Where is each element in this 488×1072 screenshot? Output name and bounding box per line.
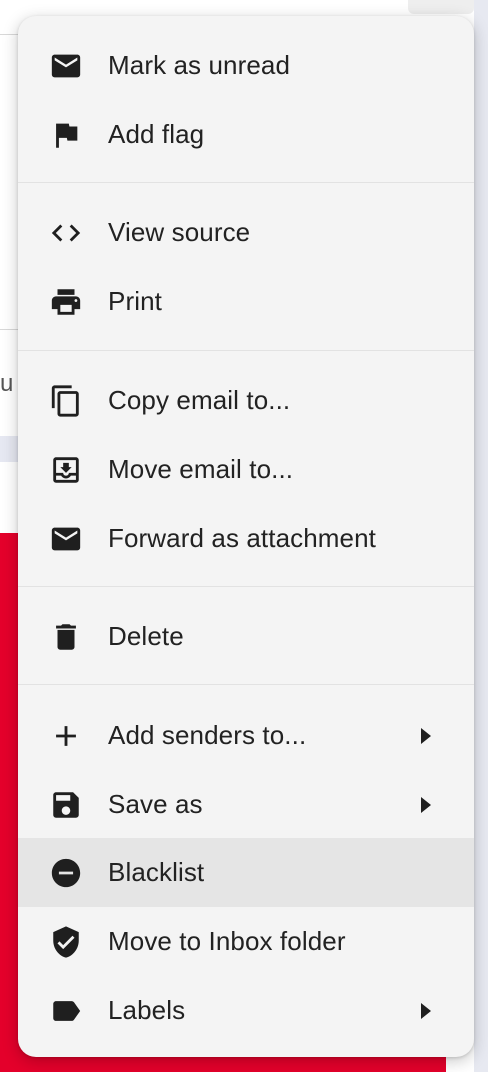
- menu-item-label: Delete: [108, 621, 184, 651]
- background-tab: [408, 0, 474, 14]
- menu-item-mark-unread[interactable]: Mark as unread: [18, 31, 474, 100]
- background-divider: [0, 34, 20, 35]
- submenu-arrow-icon: [420, 727, 432, 745]
- menu-item-copy-email[interactable]: Copy email to...: [18, 366, 474, 435]
- envelope-icon: [48, 48, 84, 84]
- menu-item-label: Move email to...: [108, 454, 294, 484]
- code-icon: [48, 215, 84, 251]
- menu-item-save-as[interactable]: Save as: [18, 770, 474, 839]
- menu-item-view-source[interactable]: View source: [18, 198, 474, 267]
- menu-item-move-email[interactable]: Move email to...: [18, 435, 474, 504]
- background-scroll-area: [474, 0, 488, 1072]
- shield-check-icon: [48, 924, 84, 960]
- plus-icon: [48, 718, 84, 754]
- menu-item-label: Copy email to...: [108, 385, 291, 415]
- menu-item-add-senders[interactable]: Add senders to...: [18, 701, 474, 770]
- menu-divider: [18, 684, 474, 685]
- menu-item-label: Blacklist: [108, 857, 205, 887]
- menu-item-label: View source: [108, 217, 251, 247]
- email-context-menu: Mark as unread Add flag View source Prin…: [18, 16, 474, 1057]
- menu-item-move-inbox[interactable]: Move to Inbox folder: [18, 907, 474, 976]
- menu-divider: [18, 586, 474, 587]
- menu-item-label: Move to Inbox folder: [108, 926, 346, 956]
- menu-divider: [18, 350, 474, 351]
- menu-item-print[interactable]: Print: [18, 267, 474, 336]
- menu-item-label: Add senders to...: [108, 720, 307, 750]
- label-tag-icon: [48, 993, 84, 1029]
- submenu-arrow-icon: [420, 796, 432, 814]
- menu-item-blacklist[interactable]: Blacklist: [18, 838, 474, 907]
- background-selected-row: [0, 436, 20, 462]
- menu-item-delete[interactable]: Delete: [18, 602, 474, 671]
- trash-icon: [48, 619, 84, 655]
- background-divider: [0, 329, 20, 330]
- menu-divider: [18, 182, 474, 183]
- background-text: u: [0, 370, 14, 397]
- menu-item-label: Print: [108, 286, 162, 316]
- menu-item-label: Mark as unread: [108, 50, 291, 80]
- block-icon: [48, 855, 84, 891]
- menu-item-add-flag[interactable]: Add flag: [18, 100, 474, 169]
- menu-item-forward-attachment[interactable]: Forward as attachment: [18, 504, 474, 573]
- flag-icon: [48, 117, 84, 153]
- printer-icon: [48, 284, 84, 320]
- menu-item-label: Labels: [108, 995, 186, 1025]
- menu-item-labels[interactable]: Labels: [18, 976, 474, 1045]
- menu-item-label: Forward as attachment: [108, 523, 376, 553]
- save-icon: [48, 787, 84, 823]
- copy-icon: [48, 383, 84, 419]
- submenu-arrow-icon: [420, 1002, 432, 1020]
- envelope-icon: [48, 521, 84, 557]
- menu-item-label: Add flag: [108, 119, 205, 149]
- menu-item-label: Save as: [108, 789, 203, 819]
- move-to-inbox-icon: [48, 452, 84, 488]
